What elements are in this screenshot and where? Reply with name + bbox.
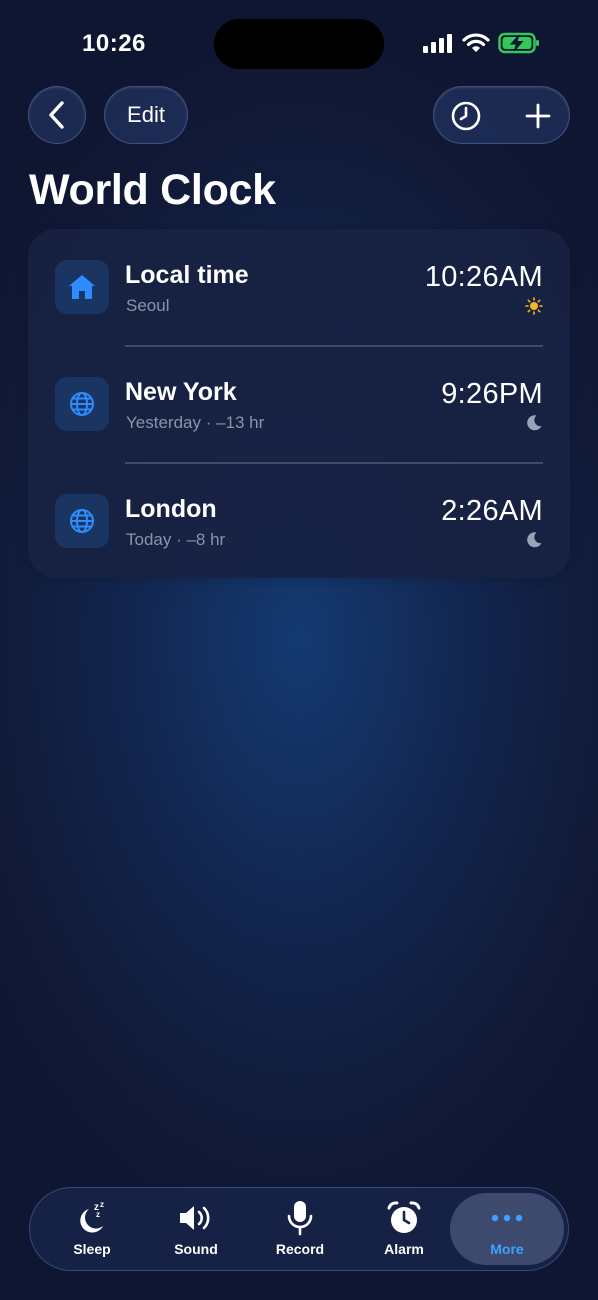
city-icon-tile [55,494,109,548]
city-icon-tile [55,260,109,314]
tab-more[interactable]: More [455,1188,559,1272]
moon-icon [525,531,543,549]
clock-time-digits: 10:26 [424,261,499,293]
status-time: 10:26 [82,30,146,57]
sun-icon [525,297,543,315]
tab-sleep[interactable]: z z z Sleep [40,1188,144,1272]
battery-charging-icon [498,32,539,54]
clock-row-new-york[interactable]: New York Yesterday · –13 hr 9:26PM [28,346,570,463]
clock-icon [451,101,481,131]
plus-icon [525,103,551,129]
moon-icon [525,414,543,432]
chevron-left-icon [49,101,64,129]
svg-text:z: z [96,1210,100,1219]
status-bar: 10:26 [0,0,598,80]
edit-button[interactable]: Edit [104,86,188,144]
alarm-clock-icon [387,1201,421,1233]
clock-time: 9:26PM [441,378,543,411]
svg-text:z: z [100,1200,104,1209]
tab-alarm[interactable]: Alarm [352,1188,456,1272]
clock-row-local[interactable]: Local time Seoul 10:26AM [28,229,570,346]
wifi-icon [462,33,490,52]
tab-label: Sound [174,1241,218,1257]
city-name: London [125,495,217,523]
city-icon-tile [55,377,109,431]
history-button[interactable] [434,87,498,145]
globe-icon [70,392,94,416]
tab-label: Sleep [73,1241,111,1257]
cellular-signal-icon [423,34,452,53]
city-subtitle: Yesterday · –13 hr [126,413,265,432]
city-subtitle: Seoul [126,296,170,315]
home-icon [69,275,95,299]
city-subtitle: Today · –8 hr [126,530,226,549]
tab-label: Record [275,1241,325,1257]
clock-row-london[interactable]: London Today · –8 hr 2:26AM [28,463,570,580]
tab-label: Alarm [384,1241,424,1257]
clock-time-digits: 2:26 [441,495,499,527]
page-title: World Clock [29,166,276,214]
clock-ampm: AM [498,495,543,527]
add-city-button[interactable] [506,87,570,145]
clock-ampm: PM [498,378,543,410]
world-clock-list: Local time Seoul 10:26AM New York Yester… [28,229,570,578]
microphone-icon [287,1201,313,1236]
sleep-moon-icon: z z z [80,1200,104,1233]
tab-label: More [490,1241,524,1257]
status-icons [422,32,540,54]
tab-bar: z z z Sleep Sound Record Alarm More [29,1187,569,1271]
city-name: New York [125,378,237,406]
tab-record[interactable]: Record [248,1188,352,1272]
more-dots-icon [491,1214,523,1222]
globe-icon [70,509,94,533]
clock-time: 10:26AM [425,261,543,294]
tab-sound[interactable]: Sound [144,1188,248,1272]
city-name: Local time [125,261,249,289]
speaker-icon [180,1206,210,1230]
dynamic-island [214,19,384,69]
clock-time: 2:26AM [441,495,543,528]
toolbar-pill [433,86,570,144]
clock-ampm: AM [498,261,543,293]
clock-time-digits: 9:26 [441,378,499,410]
back-button[interactable] [28,86,86,144]
